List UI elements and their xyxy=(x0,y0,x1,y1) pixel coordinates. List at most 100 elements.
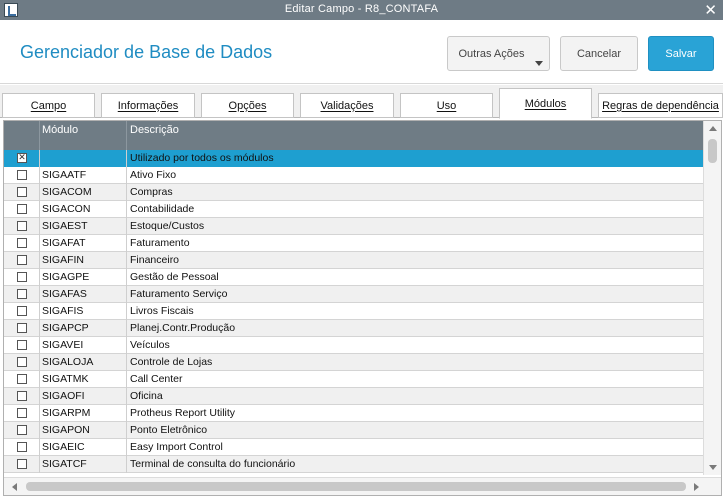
module-cell xyxy=(40,150,127,167)
horizontal-scroll-thumb[interactable] xyxy=(26,482,686,491)
table-row[interactable]: SIGAATF Ativo Fixo xyxy=(4,167,703,184)
module-cell: SIGACOM xyxy=(40,184,127,201)
description-cell: Veículos xyxy=(130,339,170,351)
checkbox[interactable] xyxy=(17,408,27,418)
module-cell: SIGARPM xyxy=(40,405,127,422)
tab-modulos[interactable]: Módulos xyxy=(499,88,592,119)
grid-header: Módulo Descrição xyxy=(4,121,703,150)
checkbox[interactable] xyxy=(17,238,27,248)
page-title: Gerenciador de Base de Dados xyxy=(20,42,273,62)
row-check-cell xyxy=(4,337,40,354)
checkbox[interactable] xyxy=(17,459,27,469)
checkbox[interactable] xyxy=(17,340,27,350)
checkbox[interactable] xyxy=(17,442,27,452)
tab-informacoes[interactable]: Informações xyxy=(101,93,195,118)
tab-opcoes[interactable]: Opções xyxy=(201,93,294,118)
checkbox[interactable] xyxy=(17,289,27,299)
checked-checkbox[interactable]: ✕ xyxy=(17,153,27,163)
checkbox[interactable] xyxy=(17,187,27,197)
row-check-cell xyxy=(4,371,40,388)
module-cell: SIGAGPE xyxy=(40,269,127,286)
description-cell: Faturamento xyxy=(130,237,190,249)
more-actions-button[interactable]: Outras Ações xyxy=(447,36,550,71)
scroll-down-icon[interactable] xyxy=(709,465,717,470)
table-row[interactable]: SIGAFAT Faturamento xyxy=(4,235,703,252)
module-cell: SIGATCF xyxy=(40,456,127,473)
checkbox[interactable] xyxy=(17,221,27,231)
row-check-cell xyxy=(4,439,40,456)
table-row[interactable]: SIGAEST Estoque/Custos xyxy=(4,218,703,235)
module-cell: SIGAPCP xyxy=(40,320,127,337)
row-check-cell xyxy=(4,303,40,320)
checkbox[interactable] xyxy=(17,255,27,265)
checkbox[interactable] xyxy=(17,425,27,435)
description-cell: Protheus Report Utility xyxy=(130,407,236,419)
table-row[interactable]: SIGAVEI Veículos xyxy=(4,337,703,354)
description-cell: Easy Import Control xyxy=(130,441,223,453)
module-cell: SIGAEIC xyxy=(40,439,127,456)
cancel-button[interactable]: Cancelar xyxy=(560,36,638,71)
tab-strip: Campo Informações Opções Validações Uso … xyxy=(0,85,723,119)
table-row[interactable]: SIGAEIC Easy Import Control xyxy=(4,439,703,456)
column-header-check[interactable] xyxy=(4,121,40,150)
vertical-scroll-thumb[interactable] xyxy=(708,139,717,163)
table-row[interactable]: SIGACOM Compras xyxy=(4,184,703,201)
column-header-module[interactable]: Módulo xyxy=(42,124,78,136)
description-cell: Oficina xyxy=(130,390,163,402)
table-row[interactable]: SIGATCF Terminal de consulta do funcionár… xyxy=(4,456,703,473)
scroll-left-icon[interactable] xyxy=(12,483,17,491)
checkbox[interactable] xyxy=(17,204,27,214)
tab-uso[interactable]: Uso xyxy=(400,93,493,118)
row-check-cell xyxy=(4,456,40,473)
checkbox[interactable] xyxy=(17,357,27,367)
checkbox[interactable] xyxy=(17,374,27,384)
description-cell: Estoque/Custos xyxy=(130,220,205,232)
checkbox[interactable] xyxy=(17,272,27,282)
tab-campo[interactable]: Campo xyxy=(2,93,95,118)
vertical-scrollbar[interactable] xyxy=(703,121,721,475)
horizontal-scrollbar[interactable] xyxy=(4,477,721,495)
table-row[interactable]: SIGAGPE Gestão de Pessoal xyxy=(4,269,703,286)
row-check-cell xyxy=(4,201,40,218)
table-row[interactable]: SIGACON Contabilidade xyxy=(4,201,703,218)
description-cell: Ponto Eletrônico xyxy=(130,424,208,436)
checkbox[interactable] xyxy=(17,323,27,333)
grid-rows: ✕ Utilizado por todos os módulos SIGAATF At… xyxy=(4,150,703,473)
tab-validacoes[interactable]: Validações xyxy=(300,93,394,118)
checkbox[interactable] xyxy=(17,306,27,316)
window-title: Editar Campo - R8_CONTAFA xyxy=(284,3,439,15)
row-check-cell: ✕ xyxy=(4,150,40,167)
module-cell: SIGAVEI xyxy=(40,337,127,354)
scroll-right-icon[interactable] xyxy=(694,483,699,491)
module-cell: SIGALOJA xyxy=(40,354,127,371)
table-row[interactable]: SIGARPM Protheus Report Utility xyxy=(4,405,703,422)
module-cell: SIGAEST xyxy=(40,218,127,235)
scroll-up-icon[interactable] xyxy=(709,126,717,131)
window-titlebar: Editar Campo - R8_CONTAFA ✕ xyxy=(0,0,723,20)
table-row[interactable]: SIGAPON Ponto Eletrônico xyxy=(4,422,703,439)
tab-regras-de-dependencia[interactable]: Regras de dependência xyxy=(598,93,723,118)
table-row[interactable]: SIGATMK Call Center xyxy=(4,371,703,388)
row-check-cell xyxy=(4,405,40,422)
checkbox[interactable] xyxy=(17,391,27,401)
description-cell: Livros Fiscais xyxy=(130,305,194,317)
module-cell: SIGAATF xyxy=(40,167,127,184)
column-header-description[interactable]: Descrição xyxy=(130,124,179,136)
table-row[interactable]: SIGAFIN Financeiro xyxy=(4,252,703,269)
module-cell: SIGAFIS xyxy=(40,303,127,320)
description-cell: Contabilidade xyxy=(130,203,195,215)
table-row[interactable]: SIGAOFI Oficina xyxy=(4,388,703,405)
table-row[interactable]: SIGAFAS Faturamento Serviço xyxy=(4,286,703,303)
save-button[interactable]: Salvar xyxy=(648,36,714,71)
table-row[interactable]: ✕ Utilizado por todos os módulos xyxy=(4,150,703,167)
table-row[interactable]: SIGAPCP Planej.Contr.Produção xyxy=(4,320,703,337)
table-row[interactable]: SIGALOJA Controle de Lojas xyxy=(4,354,703,371)
checkbox[interactable] xyxy=(17,170,27,180)
row-check-cell xyxy=(4,422,40,439)
row-check-cell xyxy=(4,184,40,201)
more-actions-label: Outras Ações xyxy=(458,47,525,60)
close-icon[interactable]: ✕ xyxy=(704,0,717,20)
row-check-cell xyxy=(4,286,40,303)
table-row[interactable]: SIGAFIS Livros Fiscais xyxy=(4,303,703,320)
description-cell: Faturamento Serviço xyxy=(130,288,228,300)
